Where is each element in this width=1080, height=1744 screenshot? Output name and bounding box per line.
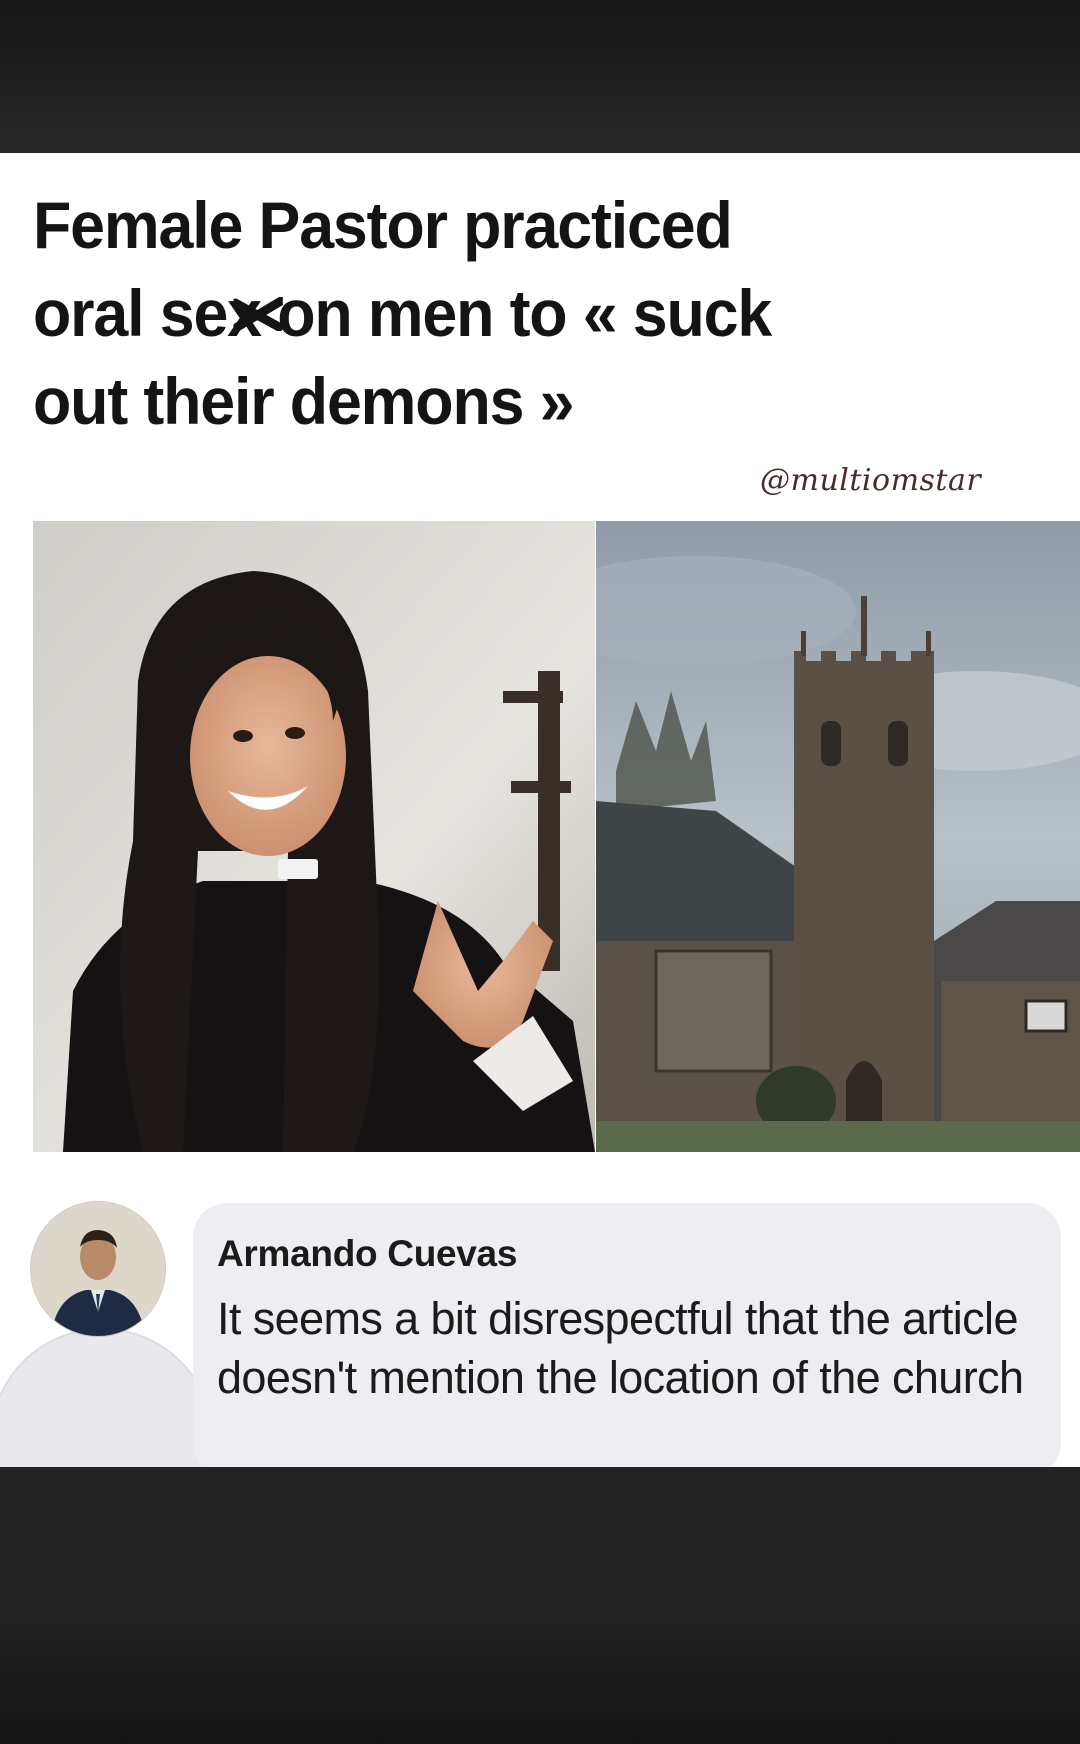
church-photo[interactable] [596,521,1080,1152]
headline-line-2-start: oral s [33,276,195,350]
woman-photo[interactable] [33,521,595,1152]
headline-line-2-end: on men to « suck [260,276,772,350]
watermark-handle: @multiomstar [760,463,982,498]
headline-line-1: Female Pastor practiced [33,188,733,262]
comment-text: It seems a bit disrespectful that the ar… [217,1293,1024,1403]
comment: Armando Cuevas It seems a bit disrespect… [0,1173,1080,1467]
censor-scribble-icon [233,297,283,331]
avatar-person-illustration [31,1202,165,1336]
ghost-avatar-overlay [0,1328,214,1467]
post-card: Female Pastor practiced oral sex on men t… [0,153,1080,1467]
post-headline: Female Pastor practiced oral sex on men t… [33,181,983,445]
comment-bubble[interactable]: Armando Cuevas It seems a bit disrespect… [193,1203,1061,1467]
post-image-collage[interactable] [33,521,1080,1152]
headline-line-3: out their demons » [33,364,574,438]
avatar[interactable] [30,1201,166,1337]
woman-photo-illustration [33,521,595,1152]
church-photo-illustration [596,521,1080,1152]
censored-word: ex [193,269,283,357]
comment-author-name[interactable]: Armando Cuevas [217,1233,517,1275]
